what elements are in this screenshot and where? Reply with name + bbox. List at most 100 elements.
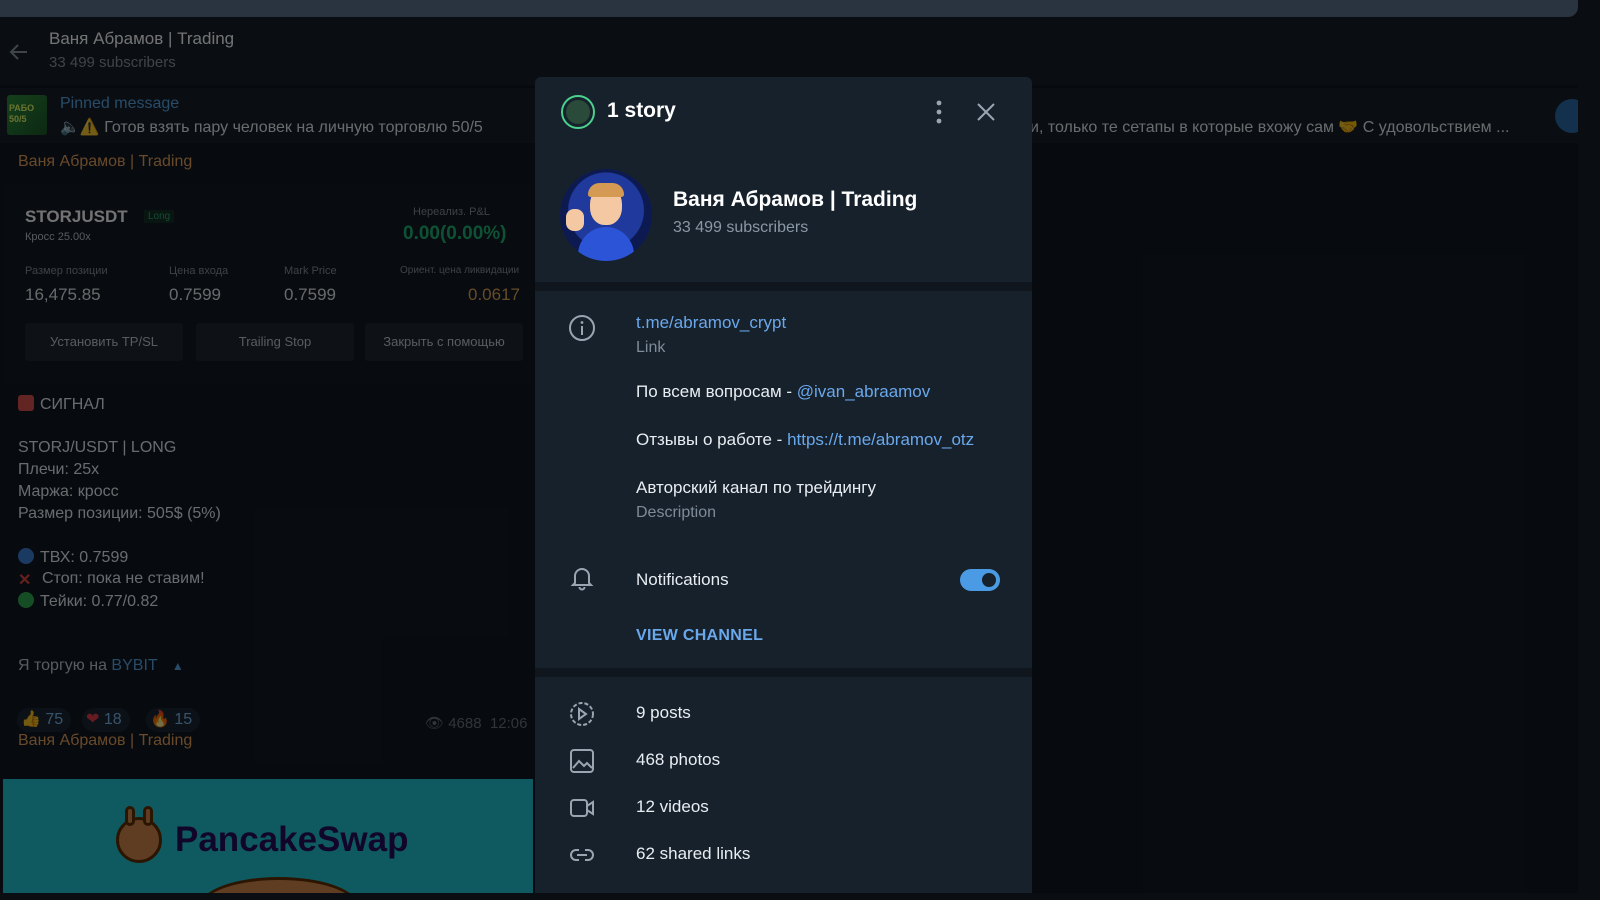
- mark-price-label: Mark Price: [284, 265, 337, 277]
- message-time: 12:06: [489, 715, 528, 732]
- chat-empty-area: [1032, 143, 1578, 893]
- position-side-badge: Long: [144, 210, 175, 223]
- takes-line: Тейки: 0.77/0.82: [18, 592, 158, 611]
- pinned-thumbnail: РАБО 50/5: [7, 95, 47, 135]
- channel-subscriber-count: 33 499 subscribers: [673, 219, 809, 236]
- cross-mark-icon: ✕: [18, 572, 32, 589]
- signal-title: СИГНАЛ: [18, 395, 105, 414]
- pancake-stack-image: [199, 877, 359, 893]
- reaction-count: 75: [45, 711, 64, 728]
- posts-count: 9 posts: [636, 703, 691, 722]
- story-avatar[interactable]: [561, 95, 595, 129]
- reviews-link[interactable]: https://t.me/abramov_otz: [787, 430, 974, 449]
- stop-text: Стоп: пока не ставим!: [42, 570, 205, 587]
- message-sender[interactable]: Ваня Абрамов | Trading: [18, 153, 192, 171]
- links-icon: [570, 849, 594, 861]
- entry-price-label: Цена входа: [169, 265, 229, 277]
- reaction-fire[interactable]: 🔥 15: [146, 708, 201, 732]
- notifications-label: Notifications: [636, 570, 729, 589]
- signal-line: STORJ/USDT | LONG: [18, 439, 177, 456]
- channel-info-modal: 1 story Ваня Абрамов | Trading 33 499 su…: [535, 77, 1032, 893]
- channel-avatar[interactable]: [560, 169, 652, 261]
- position-size-label: Размер позиции: [25, 265, 108, 277]
- pinned-text: 🔈⚠️ Готов взять пару человек на личную т…: [60, 119, 483, 136]
- title-strip: [0, 0, 1578, 17]
- questions-username-link[interactable]: @ivan_abraamov: [797, 382, 931, 401]
- bybit-link[interactable]: BYBIT: [111, 657, 157, 674]
- takes-text: Тейки: 0.77/0.82: [40, 593, 159, 610]
- signal-line: Плечи: 25x: [18, 461, 100, 478]
- posts-icon: [570, 702, 594, 726]
- reaction-count: 15: [174, 711, 193, 728]
- entry-line: ТВХ: 0.7599: [18, 548, 128, 567]
- section-divider: [535, 282, 1032, 291]
- signal-line: Маржа: кросс: [18, 483, 119, 500]
- eye-icon: 👁: [425, 715, 445, 732]
- media-row-links[interactable]: 62 shared links: [535, 832, 1032, 878]
- channel-title[interactable]: Ваня Абрамов | Trading: [49, 29, 234, 49]
- media-row-videos[interactable]: 12 videos: [535, 785, 1032, 831]
- mark-price-value: 0.7599: [284, 285, 336, 304]
- reviews-line: Отзывы о работе - https://t.me/abramov_o…: [636, 430, 974, 450]
- close-position-button: Закрыть с помощью: [365, 323, 523, 361]
- back-arrow-icon[interactable]: [8, 41, 30, 63]
- pinned-label: Pinned message: [60, 95, 180, 112]
- position-symbol: STORJUSDT: [25, 207, 128, 226]
- pinned-list-button[interactable]: [1555, 99, 1578, 133]
- questions-text: По всем вопросам -: [636, 382, 797, 401]
- videos-count: 12 videos: [636, 797, 709, 816]
- pinned-text-continued: и, только те сетапы в которые вхожу сам …: [1030, 119, 1510, 136]
- media-row-posts[interactable]: 9 posts: [535, 691, 1032, 737]
- check-badge-icon: [18, 548, 34, 564]
- reaction-like[interactable]: 👍 75: [17, 708, 72, 732]
- views-count: 4688: [448, 715, 482, 732]
- heart-icon: ❤: [86, 711, 100, 728]
- bell-icon: [570, 568, 594, 591]
- entry-price-value: 0.7599: [169, 285, 221, 304]
- reaction-count: 18: [103, 711, 122, 728]
- section-divider: [535, 668, 1032, 677]
- channel-name: Ваня Абрамов | Trading: [673, 188, 918, 211]
- liq-price-value: 0.0617: [468, 285, 520, 304]
- channel-subscribers: 33 499 subscribers: [49, 54, 176, 71]
- siren-icon: [18, 395, 34, 411]
- chat-header: Ваня Абрамов | Trading 33 499 subscriber…: [0, 17, 1578, 85]
- message-sender[interactable]: Ваня Абрамов | Trading: [18, 732, 192, 750]
- reaction-heart[interactable]: ❤ 18: [82, 708, 130, 732]
- media-row-photos[interactable]: 468 photos: [535, 738, 1032, 784]
- questions-line: По всем вопросам - @ivan_abraamov: [636, 382, 930, 402]
- story-count-title[interactable]: 1 story: [607, 99, 676, 123]
- videos-icon: [570, 799, 594, 817]
- set-tpsl-button: Установить TP/SL: [25, 323, 183, 361]
- view-channel-button[interactable]: VIEW CHANNEL: [636, 627, 763, 645]
- photos-count: 468 photos: [636, 750, 721, 769]
- fire-icon: 🔥: [150, 711, 170, 728]
- trailing-stop-button: Trailing Stop: [196, 323, 354, 361]
- reviews-text: Отзывы о работе -: [636, 430, 788, 449]
- thumbs-up-icon: 👍: [21, 711, 41, 728]
- liq-price-label: Ориент. цена ликвидации: [400, 265, 520, 276]
- pnl-value: 0.00(0.00%): [403, 223, 507, 244]
- position-size-value: 16,475.85: [25, 285, 101, 304]
- message-views: 👁 4688 12:06: [425, 714, 527, 732]
- pancakeswap-image[interactable]: PancakeSwap: [3, 779, 533, 893]
- link-label: Link: [636, 339, 666, 356]
- caret-up-icon[interactable]: ▲: [172, 659, 184, 673]
- notifications-toggle[interactable]: [960, 569, 1000, 591]
- position-screenshot[interactable]: STORJUSDT Long Кросс 25.00x Нереализ. P&…: [3, 183, 533, 383]
- signal-line: Размер позиции: 505$ (5%): [18, 505, 221, 522]
- photos-icon: [570, 749, 594, 773]
- pancakeswap-wordmark: PancakeSwap: [175, 820, 409, 859]
- info-icon: [569, 315, 595, 341]
- more-vertical-icon[interactable]: [933, 99, 945, 125]
- telegram-app: Ваня Абрамов | Trading 33 499 subscriber…: [0, 17, 1578, 893]
- description-label: Description: [636, 504, 717, 521]
- entry-text: ТВХ: 0.7599: [40, 549, 129, 566]
- trade-on-line: Я торгую на BYBIT ▲: [18, 657, 184, 675]
- channel-link[interactable]: t.me/abramov_crypt: [636, 313, 786, 333]
- close-icon[interactable]: [975, 101, 997, 123]
- shared-links-count: 62 shared links: [636, 844, 751, 863]
- signal-title-text: СИГНАЛ: [40, 396, 105, 413]
- trade-on-text: Я торгую на: [18, 657, 107, 674]
- pnl-label: Нереализ. P&L: [413, 206, 490, 218]
